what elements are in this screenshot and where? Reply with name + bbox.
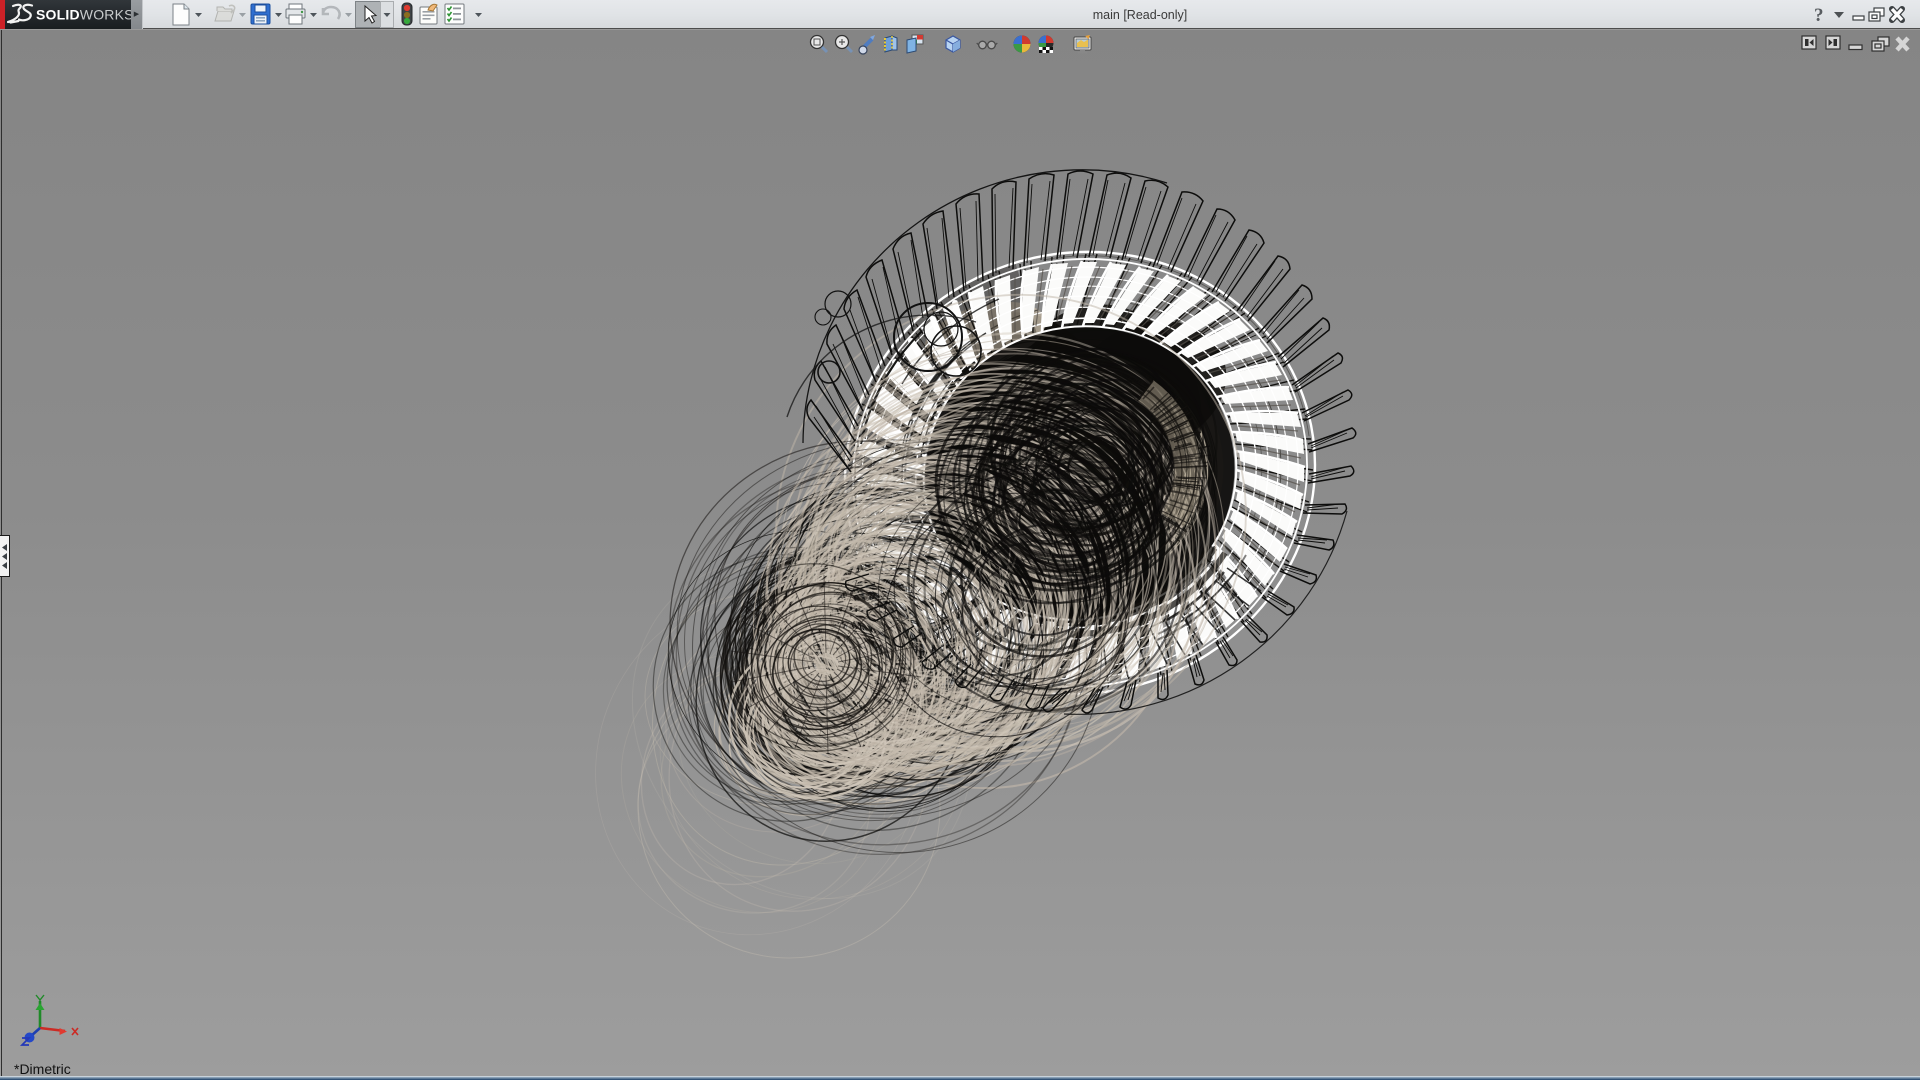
svg-text:SOLIDWORKS: SOLIDWORKS bbox=[36, 7, 131, 23]
svg-text:?: ? bbox=[1814, 5, 1824, 26]
